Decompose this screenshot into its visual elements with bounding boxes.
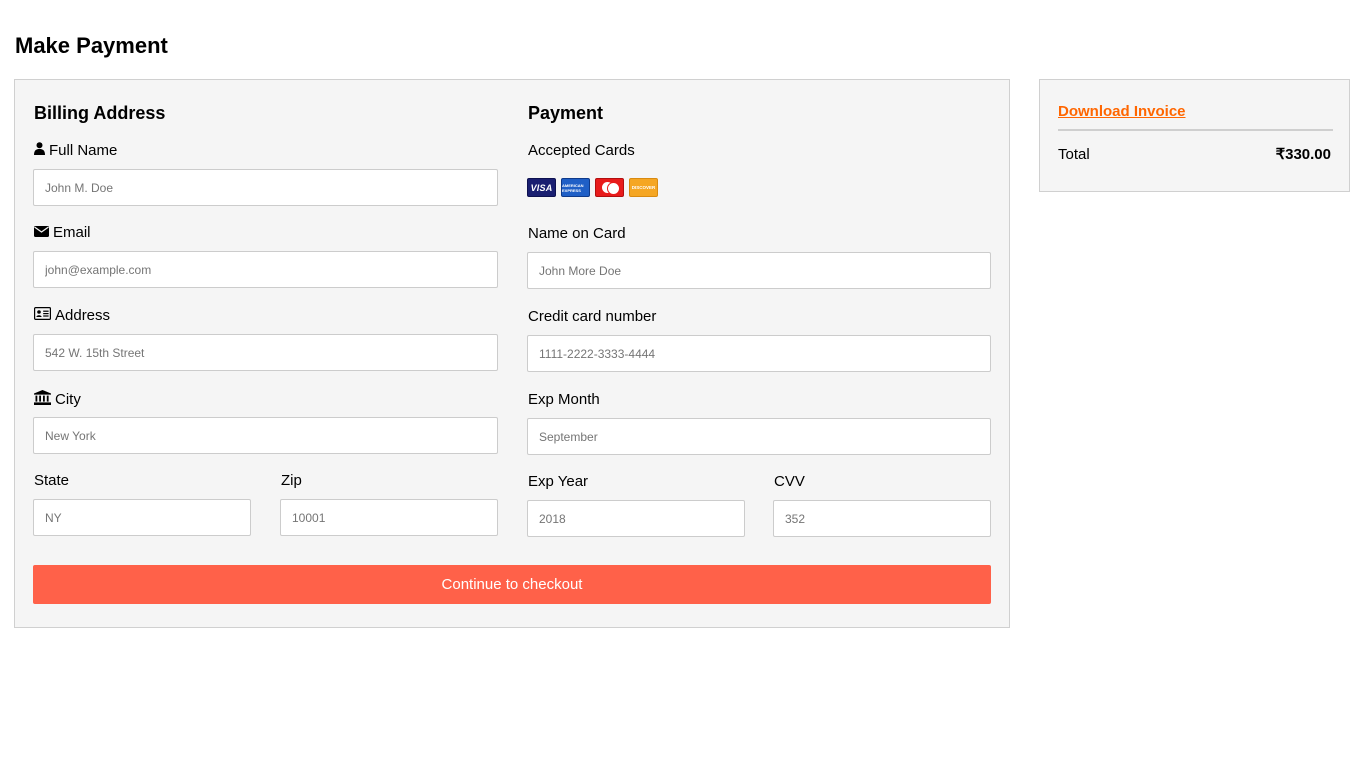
email-label: Email [34,224,91,242]
city-input[interactable] [33,417,498,454]
zip-label: Zip [281,472,302,489]
total-label: Total [1058,146,1090,163]
cvv-label: CVV [774,473,805,490]
page-title: Make Payment [15,33,168,58]
accepted-cards: VISA AMERICAN EXPRESS DISCOVER [527,178,658,197]
exp-month-input[interactable] [527,418,991,455]
full-name-input[interactable] [33,169,498,206]
envelope-icon [34,224,49,242]
user-icon [34,142,45,160]
email-label-text: Email [53,224,91,241]
address-label-text: Address [55,307,111,324]
payment-title: Payment [528,103,604,123]
zip-input[interactable] [280,499,498,536]
address-card-icon [34,307,52,325]
full-name-label-text: Full Name [49,142,118,159]
download-invoice-link[interactable]: Download Invoice [1058,103,1186,121]
city-label-text: City [55,391,81,408]
cvv-input[interactable] [773,500,991,537]
exp-month-label: Exp Month [528,391,600,408]
total-value: ₹330.00 [1275,146,1331,163]
checkout-form: Billing Address Full Name Email Address [14,79,1010,628]
accepted-cards-label: Accepted Cards [528,142,635,159]
mastercard-icon [595,178,624,197]
email-input[interactable] [33,251,498,288]
amex-card-icon: AMERICAN EXPRESS [561,178,590,197]
exp-year-label: Exp Year [528,473,589,490]
address-label: Address [34,307,110,325]
state-input[interactable] [33,499,251,536]
continue-to-checkout-button[interactable]: Continue to checkout [33,565,991,604]
billing-address-title: Billing Address [34,103,166,123]
card-number-label: Credit card number [528,308,657,325]
full-name-label: Full Name [34,142,117,160]
name-on-card-input[interactable] [527,252,991,289]
order-summary-panel: Download Invoice Total ₹330.00 [1039,79,1350,192]
visa-card-icon: VISA [527,178,556,197]
name-on-card-label: Name on Card [528,225,626,242]
institution-icon [34,390,51,410]
card-number-input[interactable] [527,335,991,372]
state-label: State [34,472,70,489]
city-label: City [34,390,81,410]
discover-card-icon: DISCOVER [629,178,658,197]
summary-divider [1058,129,1333,131]
address-input[interactable] [33,334,498,371]
exp-year-input[interactable] [527,500,745,537]
